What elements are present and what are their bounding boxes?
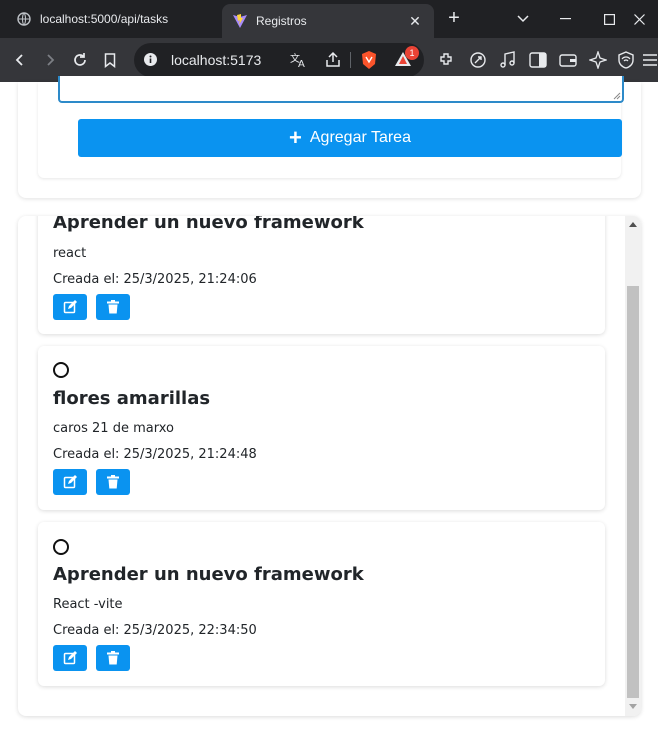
created-date: 25/3/2025, 22:34:50 [123,623,257,638]
edit-task-button[interactable] [53,645,87,671]
task-card: Aprender un nuevo framework React -vite … [38,522,605,686]
created-label: Creada el: [53,623,120,638]
vpn-icon[interactable] [616,50,636,70]
resize-grip-icon[interactable] [613,92,621,100]
trash-icon [107,651,119,665]
add-task-label: Agregar Tarea [309,129,411,146]
browser-tab-strip: localhost:5000/api/tasks Registros ✕ + [0,0,658,38]
menu-icon[interactable] [642,50,658,70]
task-description: react [53,246,87,261]
page-content: + Agregar Tarea Aprender un nuevo framew… [0,76,658,731]
description-textarea[interactable] [58,76,624,103]
task-form-card: + Agregar Tarea [18,76,641,198]
task-list-card: Aprender un nuevo framework react Creada… [18,216,641,716]
close-tab-icon[interactable]: ✕ [406,12,424,30]
tab-api-tasks[interactable]: localhost:5000/api/tasks [0,0,222,38]
url-text: localhost:5173 [171,52,262,68]
task-list[interactable]: Aprender un nuevo framework react Creada… [18,216,624,716]
tab-registros[interactable]: Registros ✕ [222,4,434,38]
back-icon[interactable] [10,50,30,70]
edit-icon [63,300,77,314]
scroll-thumb[interactable] [627,286,639,698]
task-card: flores amarillas caros 21 de marxo Cread… [38,346,605,510]
share-icon[interactable] [324,51,342,74]
created-label: Creada el: [53,447,120,462]
task-created: Creada el: 25/3/2025, 21:24:06 [53,272,257,287]
add-task-button[interactable]: + Agregar Tarea [78,119,622,157]
delete-task-button[interactable] [96,645,130,671]
created-date: 25/3/2025, 21:24:48 [123,447,257,462]
task-card: Aprender un nuevo framework react Creada… [38,216,605,334]
address-bar[interactable]: localhost:5173 文A [134,43,424,77]
globe-icon [16,11,32,27]
task-form: + Agregar Tarea [38,76,624,178]
task-created: Creada el: 25/3/2025, 21:24:48 [53,447,257,462]
task-title: Aprender un nuevo framework [53,216,364,233]
ai-sparkle-icon[interactable] [588,50,608,70]
trash-icon [107,300,119,314]
task-list-scrollbar[interactable] [625,216,641,716]
task-title: flores amarillas [53,388,211,409]
bookmark-icon[interactable] [100,50,120,70]
edit-icon [63,475,77,489]
wallet-icon[interactable] [558,50,578,70]
vite-logo-icon [232,13,248,29]
edit-icon [63,651,77,665]
svg-text:A: A [298,59,305,69]
leo-icon[interactable] [468,50,488,70]
tab-search-icon[interactable] [500,0,546,38]
scroll-down-arrow-icon[interactable] [629,704,637,709]
close-window-icon[interactable] [620,0,658,38]
reload-icon[interactable] [70,50,90,70]
notification-badge: 1 [405,46,419,60]
forward-icon[interactable] [40,50,60,70]
trash-icon [107,475,119,489]
task-description: caros 21 de marxo [53,421,174,436]
edit-task-button[interactable] [53,294,87,320]
delete-task-button[interactable] [96,469,130,495]
omnibox-divider [350,52,351,68]
extensions-icon[interactable] [437,50,457,70]
created-date: 25/3/2025, 21:24:06 [123,272,257,287]
created-label: Creada el: [53,272,120,287]
task-created: Creada el: 25/3/2025, 22:34:50 [53,623,257,638]
tab-title: localhost:5000/api/tasks [40,12,169,26]
translate-icon[interactable]: 文A [290,51,308,74]
delete-task-button[interactable] [96,294,130,320]
scroll-up-arrow-icon[interactable] [629,222,637,227]
task-description: React -vite [53,597,123,612]
edit-task-button[interactable] [53,469,87,495]
new-tab-button[interactable]: + [444,8,464,29]
minimize-icon[interactable] [542,0,588,38]
site-info-icon[interactable] [143,52,158,72]
task-title: Aprender un nuevo framework [53,564,364,585]
sidebar-icon[interactable] [528,50,548,70]
task-complete-checkbox[interactable] [53,362,69,378]
media-icon[interactable] [498,50,518,70]
task-complete-checkbox[interactable] [53,539,69,555]
brave-shields-icon[interactable] [360,50,378,75]
plus-icon: + [289,125,302,150]
tab-title: Registros [256,14,307,28]
